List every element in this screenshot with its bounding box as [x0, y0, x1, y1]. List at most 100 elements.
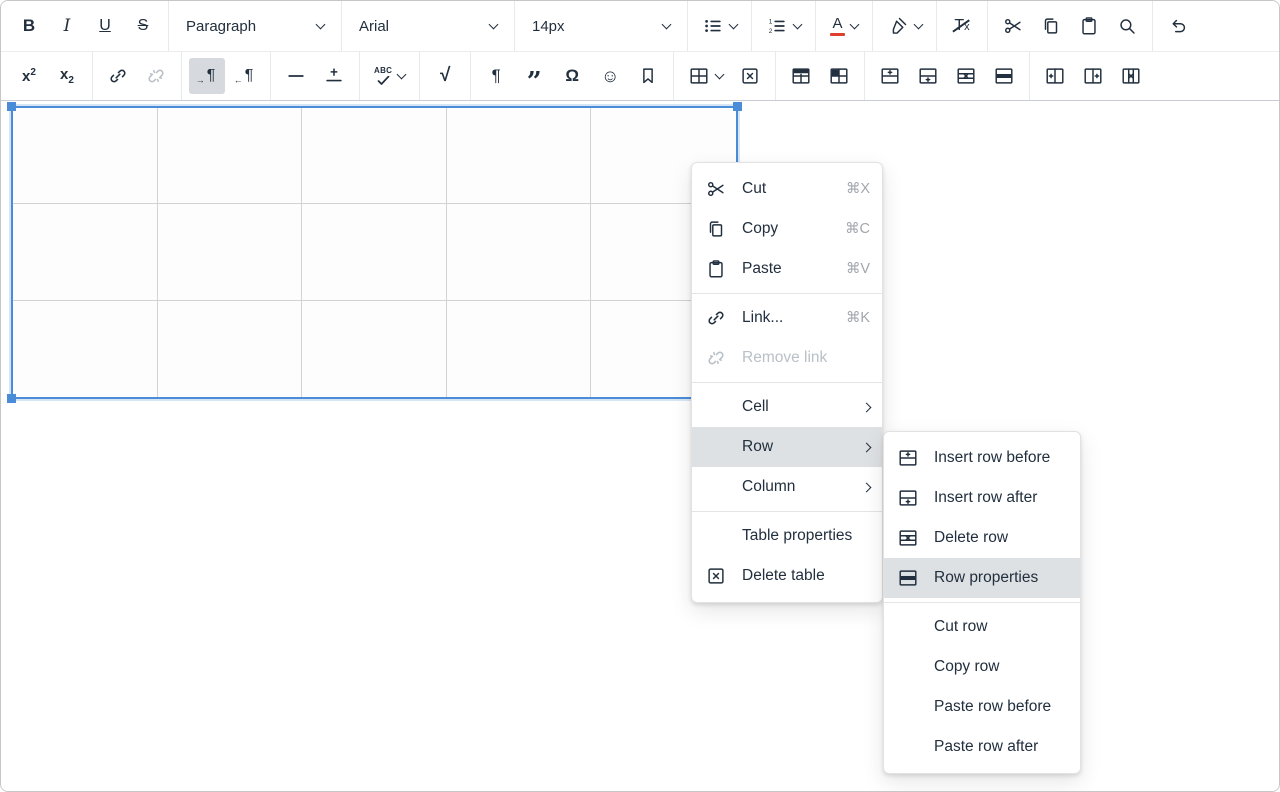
menu-item-label: Cut row	[934, 618, 1068, 636]
insert-column-after-button[interactable]	[1075, 58, 1111, 94]
unlink-icon	[704, 346, 728, 370]
highlight-color-button[interactable]	[880, 8, 929, 44]
menu-item-paste-row-before[interactable]: Paste row before	[884, 687, 1080, 727]
table-cell[interactable]	[158, 301, 303, 397]
ltr-button[interactable]: ¶ →	[189, 58, 225, 94]
table-cell[interactable]	[13, 108, 158, 204]
font-size-select[interactable]: 14px	[522, 8, 680, 44]
table-cell[interactable]	[302, 108, 447, 204]
menu-item-column[interactable]: Column	[692, 467, 882, 507]
chevron-down-icon	[715, 70, 725, 80]
delete-row-icon	[896, 526, 920, 550]
table-cell[interactable]	[447, 204, 592, 300]
clear-formatting-button[interactable]: Tx	[944, 8, 980, 44]
table-cell[interactable]	[447, 301, 592, 397]
pilcrow-icon: ¶	[492, 66, 501, 86]
link-group	[93, 52, 182, 100]
table-menu-button[interactable]	[681, 58, 730, 94]
menu-item-link[interactable]: Link... ⌘K	[692, 298, 882, 338]
superscript-button[interactable]: x2	[11, 58, 47, 94]
chevron-right-icon	[862, 402, 872, 412]
menu-item-shortcut: ⌘V	[846, 261, 870, 277]
block-format-select[interactable]: Paragraph	[176, 8, 334, 44]
menu-item-label: Paste row before	[934, 698, 1068, 716]
row-properties-button[interactable]	[986, 58, 1022, 94]
selection-handle-top-right[interactable]	[733, 102, 742, 111]
copy-button[interactable]	[1033, 8, 1069, 44]
underline-button[interactable]: U	[87, 8, 123, 44]
bullet-list-button[interactable]	[695, 8, 744, 44]
copy-icon	[704, 217, 728, 241]
menu-item-remove-link[interactable]: Remove link	[692, 338, 882, 378]
menu-item-row-properties[interactable]: Row properties	[884, 558, 1080, 598]
link-button[interactable]	[100, 58, 136, 94]
editor-canvas[interactable]: Cut ⌘X Copy ⌘C Paste ⌘V	[1, 101, 1279, 791]
table-cell[interactable]	[13, 301, 158, 397]
bold-button[interactable]: B	[11, 8, 47, 44]
anchor-button[interactable]	[630, 58, 666, 94]
delete-column-icon	[1120, 65, 1142, 87]
italic-button[interactable]: I	[49, 8, 85, 44]
table-cell[interactable]	[302, 301, 447, 397]
formula-button[interactable]: √	[427, 58, 463, 94]
menu-item-paste[interactable]: Paste ⌘V	[692, 249, 882, 289]
menu-item-cut[interactable]: Cut ⌘X	[692, 169, 882, 209]
insert-row-before-icon	[896, 446, 920, 470]
text-color-icon: A	[830, 16, 845, 37]
strikethrough-button[interactable]: S	[125, 8, 161, 44]
selection-handle-top-left[interactable]	[7, 102, 16, 111]
text-color-button[interactable]: A	[823, 8, 865, 44]
subscript-mark: 2	[68, 75, 74, 86]
menu-item-copy-row[interactable]: Copy row	[884, 647, 1080, 687]
subscript-icon: x2	[60, 66, 74, 86]
delete-table-button[interactable]	[732, 58, 768, 94]
numbered-list-button[interactable]: 12	[759, 8, 808, 44]
table-cell[interactable]	[13, 204, 158, 300]
paste-button[interactable]	[1071, 8, 1107, 44]
emoji-button[interactable]: ☺	[592, 58, 628, 94]
editor-table[interactable]	[11, 106, 738, 399]
search-button[interactable]	[1109, 8, 1145, 44]
cell-properties-button[interactable]	[821, 58, 857, 94]
clipboard-group	[988, 1, 1153, 51]
delete-row-button[interactable]	[948, 58, 984, 94]
insert-column-before-button[interactable]	[1037, 58, 1073, 94]
menu-item-cell[interactable]: Cell	[692, 387, 882, 427]
page-break-button[interactable]	[316, 58, 352, 94]
insert-row-before-button[interactable]	[872, 58, 908, 94]
chevron-down-icon	[397, 70, 407, 80]
menu-item-row[interactable]: Row	[692, 427, 882, 467]
menu-item-table-properties[interactable]: Table properties	[692, 516, 882, 556]
unlink-button[interactable]	[138, 58, 174, 94]
menu-item-insert-row-after[interactable]: Insert row after	[884, 478, 1080, 518]
table-cell[interactable]	[302, 204, 447, 300]
menu-item-delete-table[interactable]: Delete table	[692, 556, 882, 596]
table-cell[interactable]	[158, 204, 303, 300]
chevron-right-icon	[862, 442, 872, 452]
cut-button[interactable]	[995, 8, 1031, 44]
insert-row-after-button[interactable]	[910, 58, 946, 94]
menu-item-copy[interactable]: Copy ⌘C	[692, 209, 882, 249]
menu-item-paste-row-after[interactable]: Paste row after	[884, 727, 1080, 767]
menu-item-insert-row-before[interactable]: Insert row before	[884, 438, 1080, 478]
table-properties-button[interactable]	[783, 58, 819, 94]
menu-divider	[884, 602, 1080, 603]
table-cell[interactable]	[447, 108, 592, 204]
spellcheck-button[interactable]: ABC	[367, 58, 412, 94]
delete-column-button[interactable]	[1113, 58, 1149, 94]
paragraph-marks-button[interactable]: ¶	[478, 58, 514, 94]
undo-icon	[1167, 15, 1189, 37]
horizontal-rule-button[interactable]	[278, 58, 314, 94]
table-cell[interactable]	[158, 108, 303, 204]
selection-handle-bottom-left[interactable]	[7, 394, 16, 403]
strikethrough-icon: S	[138, 17, 149, 35]
bullet-list-group	[688, 1, 752, 51]
rtl-button[interactable]: ¶ ←	[227, 58, 263, 94]
undo-button[interactable]	[1160, 8, 1196, 44]
special-character-button[interactable]: Ω	[554, 58, 590, 94]
menu-item-cut-row[interactable]: Cut row	[884, 607, 1080, 647]
blockquote-button[interactable]: ”	[516, 58, 552, 94]
menu-item-delete-row[interactable]: Delete row	[884, 518, 1080, 558]
subscript-button[interactable]: x2	[49, 58, 85, 94]
font-family-select[interactable]: Arial	[349, 8, 507, 44]
